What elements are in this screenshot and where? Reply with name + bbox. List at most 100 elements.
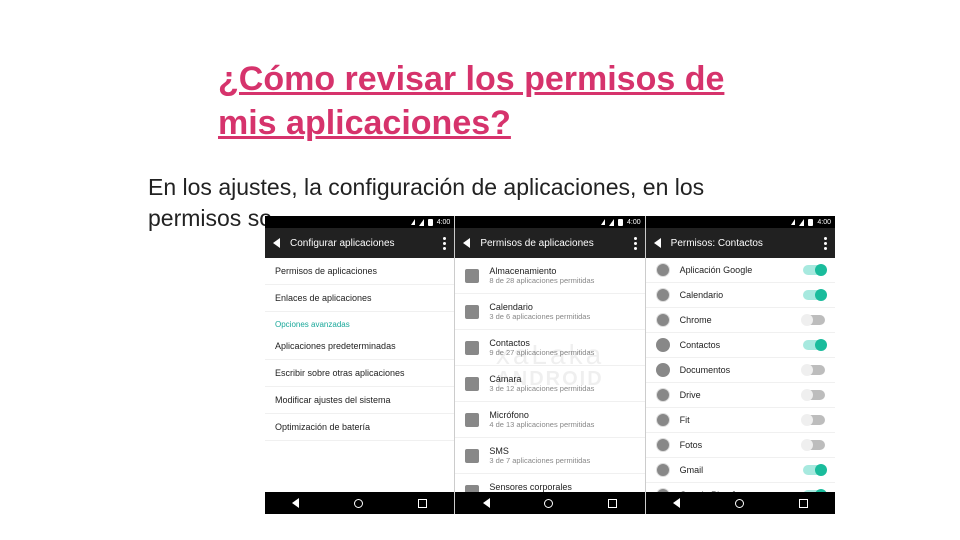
permission-toggle[interactable] [803, 490, 825, 492]
overflow-icon[interactable] [634, 237, 637, 250]
list-item[interactable]: Almacenamiento8 de 28 aplicaciones permi… [455, 258, 644, 294]
list-item[interactable]: Enlaces de aplicaciones [265, 285, 454, 312]
back-icon[interactable] [654, 238, 661, 248]
clock: 4:00 [437, 219, 451, 226]
list-item-subtitle: 4 de 13 aplicaciones permitidas [489, 420, 594, 429]
permission-toggle[interactable] [803, 365, 825, 375]
nav-recent-icon[interactable] [608, 499, 617, 508]
overflow-icon[interactable] [443, 237, 446, 250]
list-item-label: Fotos [680, 440, 703, 450]
calendar-icon [465, 305, 479, 319]
list-item-label: Cámara [489, 374, 594, 384]
app-permission-list: Aplicación Google Calendario Chrome Contact… [646, 258, 835, 492]
list-item-label: Chrome [680, 315, 712, 325]
phone-configurar-aplicaciones: 4:00 Configurar aplicaciones Permisos de… [265, 216, 454, 514]
list-item[interactable]: Contactos [646, 333, 835, 358]
app-bar: Configurar aplicaciones [265, 228, 454, 258]
app-icon [656, 388, 670, 402]
list-item-subtitle: 3 de 6 aplicaciones permitidas [489, 312, 590, 321]
appbar-title: Permisos: Contactos [671, 238, 763, 249]
list-item-subtitle: 9 de 27 aplicaciones permitidas [489, 348, 594, 357]
permission-toggle[interactable] [803, 415, 825, 425]
appbar-title: Permisos de aplicaciones [480, 238, 593, 249]
list-item[interactable]: Contactos9 de 27 aplicaciones permitidas [455, 330, 644, 366]
phone-permisos-contactos: 4:00 Permisos: Contactos Aplicación Goog… [645, 216, 835, 514]
list-item-label: Calendario [489, 302, 590, 312]
list-item[interactable]: Optimización de batería [265, 414, 454, 441]
status-bar: 4:00 [265, 216, 454, 228]
permission-toggle[interactable] [803, 290, 825, 300]
settings-list: Permisos de aplicaciones Enlaces de aplic… [265, 258, 454, 492]
nav-bar [265, 492, 454, 514]
list-item-subtitle: 3 de 12 aplicaciones permitidas [489, 384, 594, 393]
list-item-label: Gmail [680, 465, 704, 475]
list-item[interactable]: Sensores corporales1 de 2 aplicaciones p… [455, 474, 644, 492]
mic-icon [465, 413, 479, 427]
status-bar: 4:00 [646, 216, 835, 228]
list-item-label: Fit [680, 415, 690, 425]
list-item[interactable]: Calendario3 de 6 aplicaciones permitidas [455, 294, 644, 330]
overflow-icon[interactable] [824, 237, 827, 250]
list-item[interactable]: Aplicaciones predeterminadas [265, 333, 454, 360]
list-item[interactable]: Micrófono4 de 13 aplicaciones permitidas [455, 402, 644, 438]
list-item[interactable]: Aplicación Google [646, 258, 835, 283]
app-bar: Permisos de aplicaciones [455, 228, 644, 258]
list-item[interactable]: Cámara3 de 12 aplicaciones permitidas [455, 366, 644, 402]
permission-toggle[interactable] [803, 390, 825, 400]
nav-home-icon[interactable] [544, 499, 553, 508]
contacts-icon [465, 341, 479, 355]
list-item[interactable]: Gmail [646, 458, 835, 483]
app-icon [656, 413, 670, 427]
nav-bar [646, 492, 835, 514]
nav-home-icon[interactable] [735, 499, 744, 508]
list-item[interactable]: Fotos [646, 433, 835, 458]
back-icon[interactable] [273, 238, 280, 248]
nav-recent-icon[interactable] [799, 499, 808, 508]
list-item-label: Optimización de batería [275, 422, 370, 432]
nav-home-icon[interactable] [354, 499, 363, 508]
nav-recent-icon[interactable] [418, 499, 427, 508]
signal-icon [419, 219, 424, 226]
camera-icon [465, 377, 479, 391]
list-item[interactable]: Escribir sobre otras aplicaciones [265, 360, 454, 387]
permission-toggle[interactable] [803, 265, 825, 275]
list-item[interactable]: Drive [646, 383, 835, 408]
signal-icon [609, 219, 614, 226]
permission-toggle[interactable] [803, 315, 825, 325]
battery-icon [808, 219, 813, 226]
app-icon [656, 313, 670, 327]
status-bar: 4:00 [455, 216, 644, 228]
app-icon [656, 338, 670, 352]
slide-title: ¿Cómo revisar los permisos de mis aplica… [218, 58, 778, 145]
nav-back-icon[interactable] [292, 498, 299, 508]
permission-category-list: Almacenamiento8 de 28 aplicaciones permi… [455, 258, 644, 492]
list-item[interactable]: Fit [646, 408, 835, 433]
list-item-label: Contactos [489, 338, 594, 348]
clock: 4:00 [817, 219, 831, 226]
nav-back-icon[interactable] [673, 498, 680, 508]
list-item[interactable]: Calendario [646, 283, 835, 308]
section-header: Opciones avanzadas [265, 312, 454, 333]
list-item[interactable]: SMS3 de 7 aplicaciones permitidas [455, 438, 644, 474]
wifi-icon [411, 219, 415, 225]
list-item-label: Modificar ajustes del sistema [275, 395, 391, 405]
list-item-label: Escribir sobre otras aplicaciones [275, 368, 405, 378]
list-item-label: Documentos [680, 365, 731, 375]
app-icon [656, 438, 670, 452]
list-item[interactable]: Permisos de aplicaciones [265, 258, 454, 285]
list-item[interactable]: Chrome [646, 308, 835, 333]
wifi-icon [601, 219, 605, 225]
back-icon[interactable] [463, 238, 470, 248]
list-item-label: Enlaces de aplicaciones [275, 293, 372, 303]
list-item[interactable]: Google Play Juegos [646, 483, 835, 492]
app-bar: Permisos: Contactos [646, 228, 835, 258]
sms-icon [465, 449, 479, 463]
list-item-label: Calendario [680, 290, 724, 300]
nav-back-icon[interactable] [483, 498, 490, 508]
list-item[interactable]: Modificar ajustes del sistema [265, 387, 454, 414]
list-item[interactable]: Documentos [646, 358, 835, 383]
list-item-label: Permisos de aplicaciones [275, 266, 377, 276]
permission-toggle[interactable] [803, 340, 825, 350]
permission-toggle[interactable] [803, 440, 825, 450]
permission-toggle[interactable] [803, 465, 825, 475]
